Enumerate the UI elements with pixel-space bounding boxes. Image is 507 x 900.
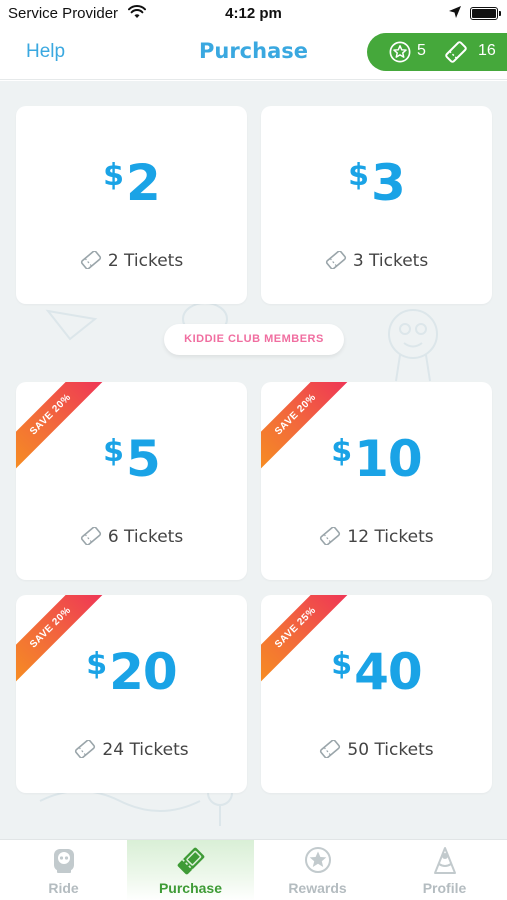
ticket-icon: [325, 251, 346, 269]
rewards-star-icon: [304, 847, 331, 873]
package-tickets: 3 Tickets: [261, 251, 492, 271]
battery-icon: [470, 7, 501, 20]
package-card-2[interactable]: $2 2 Tickets: [16, 106, 247, 304]
ticket-icon: [320, 740, 341, 758]
package-tickets: 6 Tickets: [16, 527, 247, 547]
ticket-icon: [80, 251, 101, 269]
tab-ride[interactable]: Ride: [0, 840, 127, 900]
package-price: $5: [103, 430, 161, 488]
purchase-ticket-icon: [177, 847, 204, 875]
tickets-count: 16: [478, 42, 496, 59]
package-card-5[interactable]: SAVE 20% $5 6 Tickets: [16, 382, 247, 580]
package-card-40[interactable]: SAVE 25% $40 50 Tickets: [261, 595, 492, 793]
tab-label: Purchase: [158, 880, 223, 896]
ticket-icon: [75, 740, 96, 758]
ticket-icon: [80, 527, 101, 545]
package-tickets: 24 Tickets: [16, 740, 247, 760]
star-badge-icon: [389, 41, 411, 63]
profile-icon: [433, 847, 456, 874]
package-card-3[interactable]: $3 3 Tickets: [261, 106, 492, 304]
package-tickets: 2 Tickets: [16, 251, 247, 271]
package-price: $10: [331, 430, 422, 488]
package-price: $40: [331, 643, 422, 701]
package-tickets: 50 Tickets: [261, 740, 492, 760]
ticket-icon: [445, 41, 467, 63]
tab-label: Ride: [48, 880, 79, 896]
balance-pill[interactable]: 5 16: [367, 33, 507, 71]
tab-purchase[interactable]: Purchase: [127, 840, 254, 900]
tab-rewards[interactable]: Rewards: [254, 840, 381, 900]
package-tickets: 12 Tickets: [261, 527, 492, 547]
tab-label: Profile: [422, 880, 467, 896]
ticket-icon: [320, 527, 341, 545]
tab-bar: Ride Purchase Rewards Profile: [0, 839, 507, 900]
stars-count: 5: [417, 42, 426, 59]
package-price: $2: [103, 154, 161, 212]
clock: 4:12 pm: [225, 5, 282, 22]
package-card-10[interactable]: SAVE 20% $10 12 Tickets: [261, 382, 492, 580]
nav-header: Help Purchase 5 16: [0, 28, 507, 80]
package-card-20[interactable]: SAVE 20% $20 24 Tickets: [16, 595, 247, 793]
ride-icon: [53, 849, 74, 873]
package-price: $20: [86, 643, 177, 701]
purchase-content: $2 2 Tickets $3 3 Tickets KIDDIE CLUB ME…: [0, 81, 507, 839]
tab-profile[interactable]: Profile: [381, 840, 507, 900]
kiddie-club-label: KIDDIE CLUB MEMBERS: [164, 324, 344, 355]
location-arrow-icon: [449, 6, 461, 18]
package-price: $3: [348, 154, 406, 212]
tab-label: Rewards: [288, 880, 347, 896]
status-bar: Service Provider 4:12 pm: [0, 0, 507, 28]
